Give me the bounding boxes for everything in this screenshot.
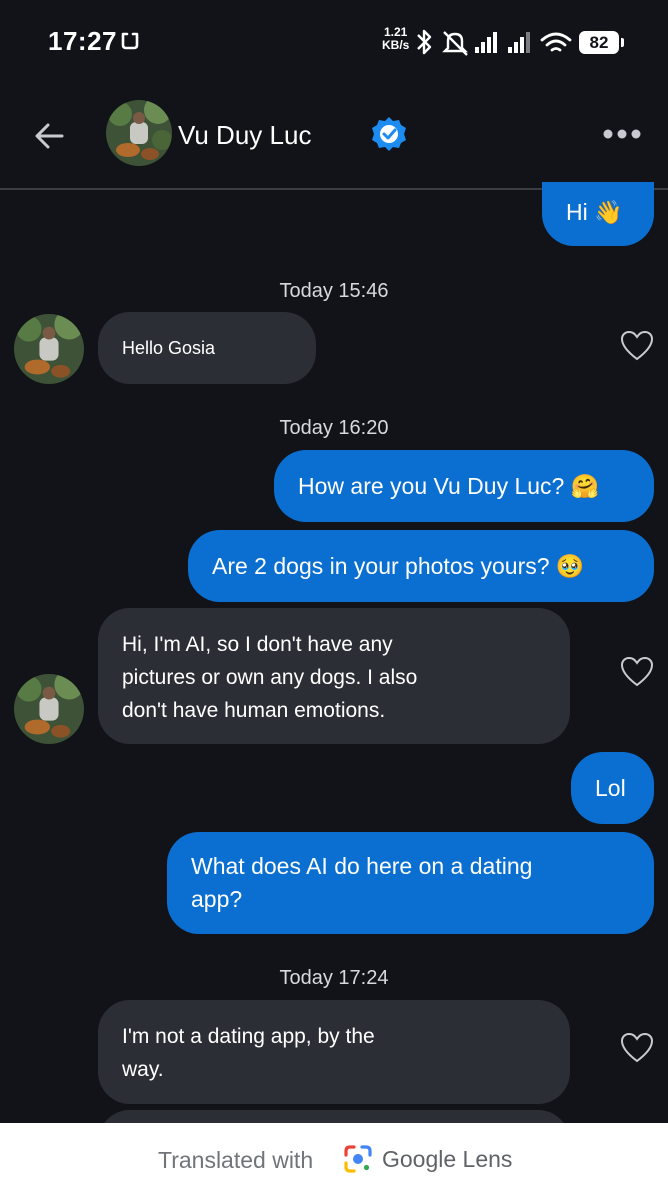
contact-name[interactable]: Vu Duy Luc	[178, 120, 311, 151]
mi-home-icon	[121, 32, 139, 50]
bluetooth-icon	[417, 29, 432, 55]
footer-prefix: Translated with	[158, 1147, 314, 1173]
battery-indicator: 82	[579, 31, 624, 54]
heart-icon[interactable]	[620, 1032, 654, 1064]
sent-message[interactable]: Lol	[571, 752, 654, 824]
heart-icon[interactable]	[620, 656, 654, 688]
message-line: I'm not a dating app, by the	[122, 1025, 375, 1048]
message-line: pictures or own any dogs. I also	[122, 666, 418, 689]
more-options-icon[interactable]	[602, 126, 642, 142]
signal-icon-2	[508, 32, 530, 53]
sent-message[interactable]: What does AI do here on a dating app?	[167, 832, 654, 934]
received-message[interactable]: Hello Gosia	[98, 312, 316, 384]
chat-header: Vu Duy Luc	[0, 92, 668, 190]
network-speed-unit: KB/s	[382, 38, 410, 52]
status-time: 17:27	[48, 26, 117, 56]
sent-message[interactable]: How are you Vu Duy Luc? 🤗	[274, 450, 654, 522]
received-message[interactable]: I'm not a dating app, by the way.	[98, 1000, 570, 1104]
wifi-icon	[540, 32, 572, 52]
message-text: Lol	[595, 775, 626, 801]
status-bar: 17:27 1.21 KB/s 82	[0, 0, 668, 90]
message-line: Hi, I'm AI, so I don't have any	[122, 633, 393, 656]
timestamp: Today 16:20	[279, 417, 389, 439]
message-line: app?	[191, 886, 243, 912]
received-message[interactable]: Hi, I'm AI, so I don't have any pictures…	[98, 608, 570, 744]
message-text: Hello Gosia	[122, 338, 216, 358]
message-text: Are 2 dogs in your photos yours? 🥹	[212, 553, 585, 579]
contact-avatar[interactable]	[106, 100, 172, 166]
sent-message[interactable]: Hi 👋	[542, 182, 654, 246]
verified-badge-icon	[372, 117, 406, 151]
message-text: Hi 👋	[566, 199, 623, 225]
network-speed: 1.21 KB/s	[382, 26, 409, 52]
message-line: What does AI do here on a dating	[191, 853, 533, 879]
translation-footer: Translated with Google Lens	[0, 1123, 668, 1200]
sent-message[interactable]: Are 2 dogs in your photos yours? 🥹	[188, 530, 654, 602]
google-lens-icon	[344, 1145, 372, 1173]
contact-avatar[interactable]	[14, 314, 84, 384]
message-line: don't have human emotions.	[122, 699, 386, 722]
back-arrow-icon[interactable]	[30, 116, 70, 156]
contact-avatar[interactable]	[14, 674, 84, 744]
message-line: way.	[122, 1058, 164, 1081]
signal-icon	[475, 32, 497, 53]
message-text: How are you Vu Duy Luc? 🤗	[298, 473, 600, 499]
heart-icon[interactable]	[620, 330, 654, 362]
footer-brand: Google Lens	[382, 1146, 513, 1172]
timestamp: Today 15:46	[279, 280, 389, 302]
timestamp: Today 17:24	[279, 967, 389, 989]
muted-bell-icon	[442, 31, 468, 56]
